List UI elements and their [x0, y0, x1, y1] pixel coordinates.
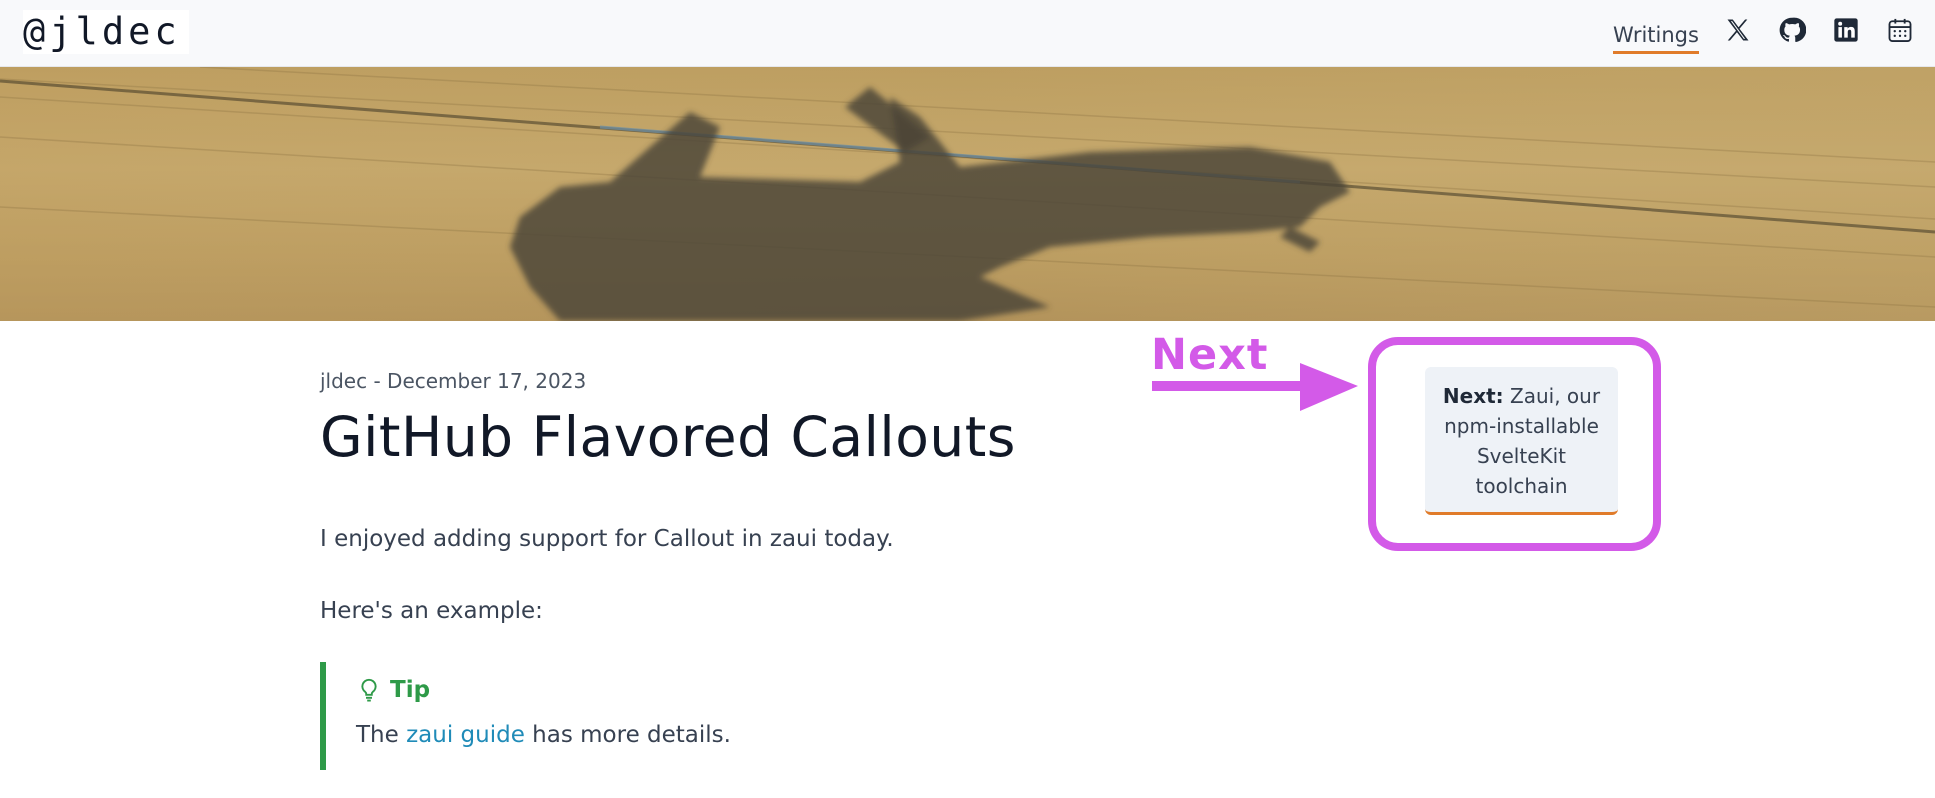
hero-image	[0, 67, 1935, 321]
post-meta: jldec - December 17, 2023	[320, 369, 587, 393]
zaui-guide-link[interactable]: zaui guide	[406, 722, 525, 748]
example-paragraph: Here's an example:	[320, 598, 543, 624]
next-prefix: Next:	[1442, 384, 1504, 408]
github-icon[interactable]	[1777, 15, 1807, 45]
callout-text-before: The	[356, 722, 407, 748]
annotation-arrow-icon	[1152, 363, 1358, 411]
airplane-shadow-image	[0, 67, 1935, 321]
x-icon[interactable]	[1723, 15, 1753, 45]
intro-paragraph: I enjoyed adding support for Callout in …	[320, 526, 894, 552]
callout-header: Tip	[358, 674, 430, 706]
lightbulb-icon	[361, 678, 377, 702]
callout-label: Tip	[390, 677, 431, 703]
linkedin-icon[interactable]	[1831, 15, 1861, 45]
page-title: GitHub Flavored Callouts	[320, 405, 1016, 469]
top-navigation-bar: @jldec Writings	[0, 0, 1935, 67]
calendar-icon[interactable]	[1885, 15, 1915, 45]
tip-callout: Tip The zaui guide has more details.	[320, 662, 820, 770]
site-logo[interactable]: @jldec	[23, 10, 189, 54]
callout-text-after: has more details.	[524, 722, 731, 748]
nav-writings-link[interactable]: Writings	[1613, 20, 1699, 54]
next-post-card[interactable]: Next: Zaui, our npm-installable SvelteKi…	[1425, 367, 1618, 515]
callout-body: The zaui guide has more details.	[356, 722, 731, 748]
